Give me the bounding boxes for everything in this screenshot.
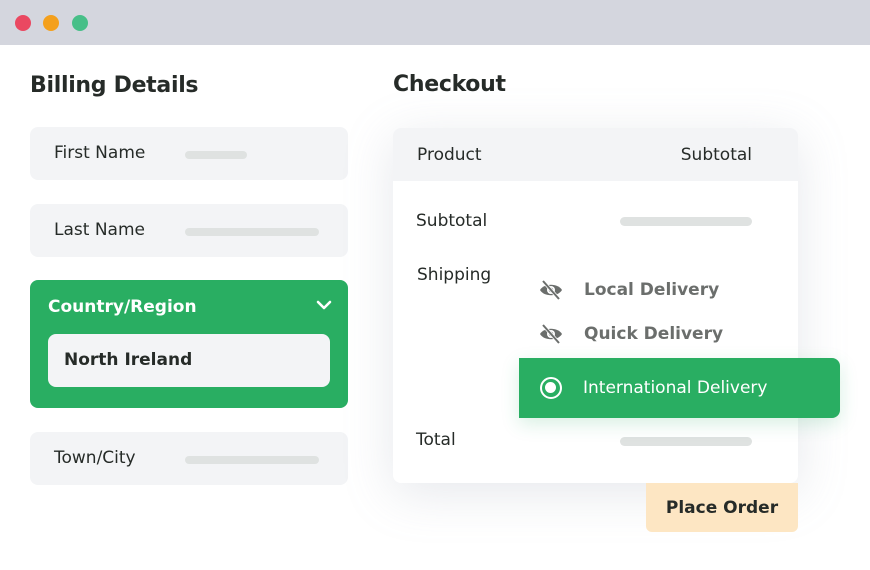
total-value-placeholder — [620, 437, 752, 446]
close-window-button[interactable] — [15, 15, 31, 31]
town-city-placeholder-bar — [185, 456, 319, 464]
checkout-heading: Checkout — [393, 72, 506, 97]
shipping-row-label: Shipping — [417, 265, 492, 285]
first-name-label: First Name — [54, 143, 146, 163]
first-name-field[interactable]: First Name — [30, 127, 348, 180]
order-table-header: Product Subtotal — [393, 128, 798, 181]
local-delivery-label: Local Delivery — [584, 280, 720, 300]
total-row-label: Total — [416, 430, 456, 450]
subtotal-column-header: Subtotal — [680, 145, 752, 165]
minimize-window-button[interactable] — [43, 15, 59, 31]
country-region-dropdown[interactable]: Country/Region North Ireland — [30, 280, 348, 408]
quick-delivery-label: Quick Delivery — [584, 324, 724, 344]
chevron-down-icon[interactable] — [316, 299, 332, 311]
country-region-label: Country/Region — [48, 297, 197, 317]
last-name-field[interactable]: Last Name — [30, 204, 348, 257]
radio-selected-icon[interactable] — [540, 377, 562, 399]
town-city-label: Town/City — [54, 448, 136, 468]
product-column-header: Product — [417, 145, 482, 165]
maximize-window-button[interactable] — [72, 15, 88, 31]
shipping-option-local-delivery[interactable]: Local Delivery — [538, 278, 719, 302]
place-order-button[interactable]: Place Order — [646, 483, 798, 532]
shipping-option-international-delivery[interactable]: International Delivery — [519, 358, 840, 418]
first-name-placeholder-bar — [185, 151, 247, 159]
billing-details-heading: Billing Details — [30, 73, 199, 98]
country-region-selected-option[interactable]: North Ireland — [48, 334, 330, 387]
eye-off-icon — [540, 323, 562, 345]
shipping-option-quick-delivery[interactable]: Quick Delivery — [538, 322, 723, 346]
international-delivery-label: International Delivery — [583, 378, 768, 398]
order-summary-card: Product Subtotal Subtotal Shipping Local… — [393, 128, 798, 483]
subtotal-value-placeholder — [620, 217, 752, 226]
window-titlebar — [0, 0, 870, 45]
subtotal-row-label: Subtotal — [416, 211, 488, 231]
eye-off-icon — [540, 279, 562, 301]
place-order-label: Place Order — [665, 498, 779, 518]
country-region-value: North Ireland — [64, 350, 193, 370]
town-city-field[interactable]: Town/City — [30, 432, 348, 485]
last-name-label: Last Name — [54, 220, 145, 240]
last-name-placeholder-bar — [185, 228, 319, 236]
